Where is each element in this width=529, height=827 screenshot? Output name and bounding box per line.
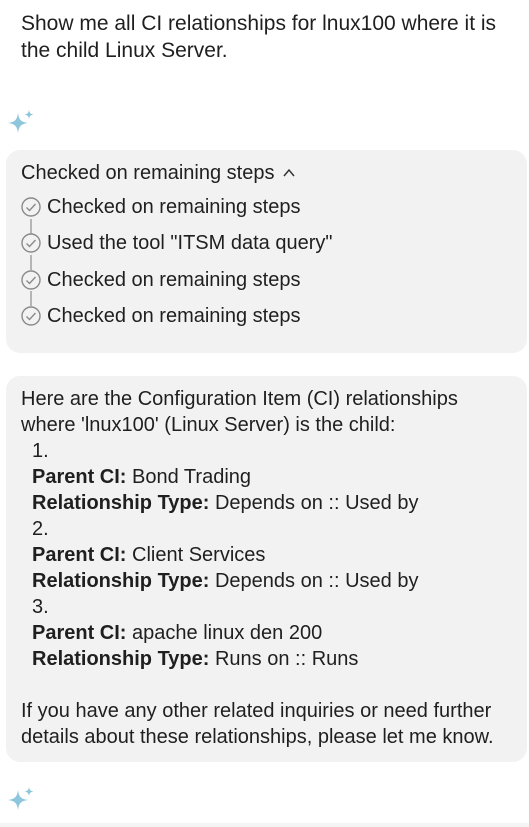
parent-ci-line: Parent CI: Bond Trading: [21, 464, 512, 490]
list-item-number: 1.: [32, 440, 49, 462]
check-circle-icon: [21, 197, 41, 217]
parent-ci-label: Parent CI:: [32, 544, 127, 566]
list-item-number: 2.: [32, 518, 49, 540]
answer-closing: details about these relationships, pleas…: [21, 726, 494, 748]
check-circle-icon: [21, 306, 41, 326]
relationship-type-value: Runs on :: Runs: [214, 648, 359, 670]
step-item: Checked on remaining steps: [20, 303, 300, 329]
parent-ci-value: Bond Trading: [132, 466, 252, 488]
ai-sparkle-icon: [8, 110, 34, 133]
parent-ci-line: Parent CI: Client Services: [21, 542, 512, 568]
step-item: Checked on remaining steps: [20, 194, 300, 220]
step-label: Checked on remaining steps: [47, 196, 301, 218]
answer-intro: where 'lnux100' (Linux Server) is the ch…: [21, 414, 396, 436]
parent-ci-line: Parent CI: apache linux den 200: [21, 620, 512, 646]
step-label: Checked on remaining steps: [47, 305, 301, 327]
step-item: Used the tool "ITSM data query": [20, 230, 332, 256]
step-item: Checked on remaining steps: [20, 267, 300, 293]
relationship-type-value: Depends on :: Used by: [214, 570, 419, 592]
relationship-type-value: Depends on :: Used by: [214, 492, 419, 514]
reasoning-steps-card: Checked on remaining steps Checked on re…: [6, 150, 527, 353]
parent-ci-label: Parent CI:: [32, 466, 127, 488]
answer-intro: Here are the Configuration Item (CI) rel…: [21, 388, 458, 410]
answer-closing: If you have any other related inquiries …: [21, 700, 492, 722]
ai-sparkle-icon: [8, 787, 34, 810]
user-message: Show me all CI relationships for lnux100…: [21, 12, 497, 62]
relationship-type-label: Relationship Type:: [32, 492, 210, 514]
assistant-answer-card: Here are the Configuration Item (CI) rel…: [6, 376, 527, 762]
relationship-type-label: Relationship Type:: [32, 648, 210, 670]
steps-header-label: Checked on remaining steps: [21, 162, 275, 184]
relationship-type-line: Relationship Type: Runs on :: Runs: [21, 646, 512, 672]
list-item-number: 3.: [32, 596, 49, 618]
step-label: Checked on remaining steps: [47, 269, 301, 291]
bottom-divider: [0, 823, 529, 827]
check-circle-icon: [21, 233, 41, 253]
check-circle-icon: [21, 270, 41, 290]
relationship-type-line: Relationship Type: Depends on :: Used by: [21, 490, 512, 516]
chevron-up-icon: [283, 168, 296, 177]
relationship-type-label: Relationship Type:: [32, 570, 210, 592]
parent-ci-value: Client Services: [132, 544, 266, 566]
step-label: Used the tool "ITSM data query": [47, 232, 333, 254]
steps-toggle[interactable]: Checked on remaining steps: [21, 160, 296, 186]
relationship-type-line: Relationship Type: Depends on :: Used by: [21, 568, 512, 594]
parent-ci-label: Parent CI:: [32, 622, 127, 644]
parent-ci-value: apache linux den 200: [132, 622, 323, 644]
